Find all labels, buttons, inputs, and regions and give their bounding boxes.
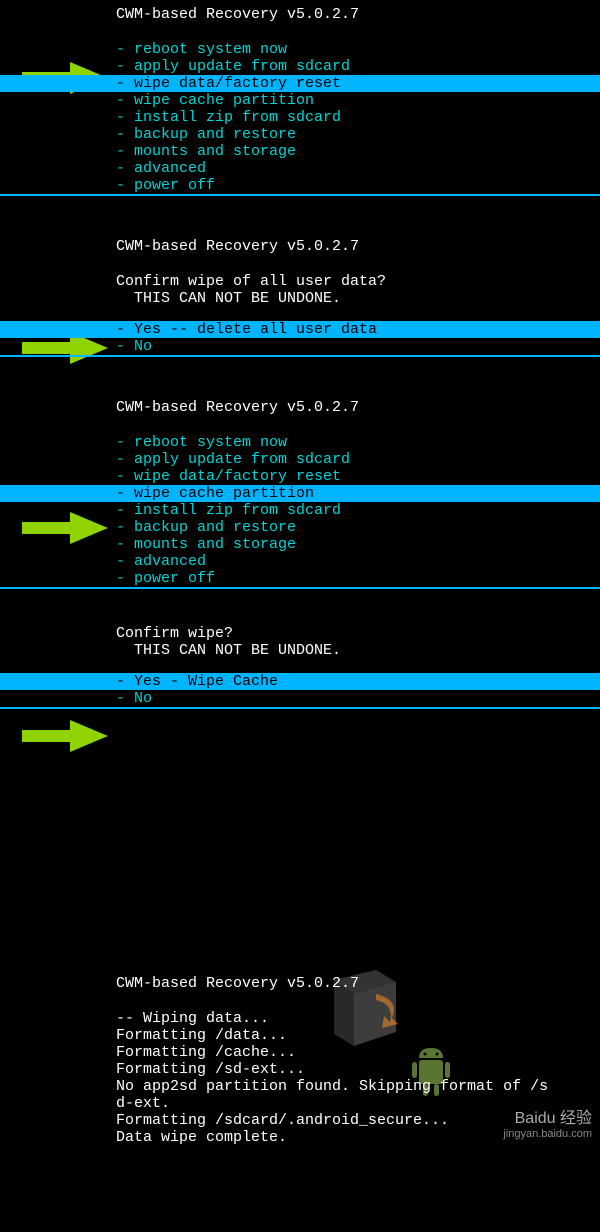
- recovery-title: CWM-based Recovery v5.0.2.7: [116, 393, 600, 420]
- menu-power-off[interactable]: - power off: [116, 570, 600, 587]
- recovery-screen-3: CWM-based Recovery v5.0.2.7 - reboot sys…: [0, 393, 600, 589]
- recovery-title: CWM-based Recovery v5.0.2.7: [116, 0, 600, 27]
- confirm-warning: THIS CAN NOT BE UNDONE.: [116, 290, 600, 307]
- menu-advanced[interactable]: - advanced: [116, 160, 600, 177]
- log-line: Formatting /sd-ext...: [116, 1061, 600, 1078]
- log-line: -- Wiping data...: [116, 1010, 600, 1027]
- menu-power-off[interactable]: - power off: [116, 177, 600, 194]
- menu-apply-update[interactable]: - apply update from sdcard: [116, 58, 600, 75]
- menu-backup[interactable]: - backup and restore: [116, 126, 600, 143]
- watermark-url: jingyan.baidu.com: [503, 1128, 592, 1140]
- recovery-screen-1: CWM-based Recovery v5.0.2.7 - reboot sys…: [0, 0, 600, 196]
- confirm-yes[interactable]: - Yes - Wipe Cache: [0, 673, 600, 690]
- menu-wipe-cache[interactable]: - wipe cache partition: [116, 92, 600, 109]
- menu-install-zip[interactable]: - install zip from sdcard: [116, 502, 600, 519]
- log-line: Formatting /cache...: [116, 1044, 600, 1061]
- menu-apply-update[interactable]: - apply update from sdcard: [116, 451, 600, 468]
- menu-advanced[interactable]: - advanced: [116, 553, 600, 570]
- recovery-title: CWM-based Recovery v5.0.2.7: [116, 969, 600, 996]
- confirm-warning: THIS CAN NOT BE UNDONE.: [116, 642, 600, 659]
- menu-install-zip[interactable]: - install zip from sdcard: [116, 109, 600, 126]
- pointer-arrow-4: [22, 718, 110, 754]
- menu-divider: [0, 587, 600, 589]
- confirm-question: Confirm wipe of all user data?: [116, 273, 600, 290]
- recovery-screen-4: Confirm wipe? THIS CAN NOT BE UNDONE. - …: [0, 625, 600, 709]
- confirm-question: Confirm wipe?: [116, 625, 600, 642]
- menu-wipe-data[interactable]: - wipe data/factory reset: [116, 468, 600, 485]
- recovery-screen-2: CWM-based Recovery v5.0.2.7 Confirm wipe…: [0, 232, 600, 357]
- watermark-brand: Baidu 经验: [503, 1104, 592, 1128]
- menu-backup[interactable]: - backup and restore: [116, 519, 600, 536]
- menu-divider: [0, 355, 600, 357]
- menu-divider: [0, 707, 600, 709]
- recovery-title: CWM-based Recovery v5.0.2.7: [116, 232, 600, 259]
- log-line: No app2sd partition found. Skipping form…: [116, 1078, 600, 1095]
- confirm-yes[interactable]: - Yes -- delete all user data: [0, 321, 600, 338]
- menu-mounts[interactable]: - mounts and storage: [116, 536, 600, 553]
- menu-mounts[interactable]: - mounts and storage: [116, 143, 600, 160]
- menu-wipe-cache[interactable]: - wipe cache partition: [0, 485, 600, 502]
- menu-wipe-data[interactable]: - wipe data/factory reset: [0, 75, 600, 92]
- confirm-no[interactable]: - No: [116, 338, 600, 355]
- menu-reboot[interactable]: - reboot system now: [116, 434, 600, 451]
- menu-reboot[interactable]: - reboot system now: [116, 41, 600, 58]
- menu-divider: [0, 194, 600, 196]
- confirm-no[interactable]: - No: [116, 690, 600, 707]
- log-line: Formatting /data...: [116, 1027, 600, 1044]
- watermark: Baidu 经验 jingyan.baidu.com: [503, 1104, 592, 1140]
